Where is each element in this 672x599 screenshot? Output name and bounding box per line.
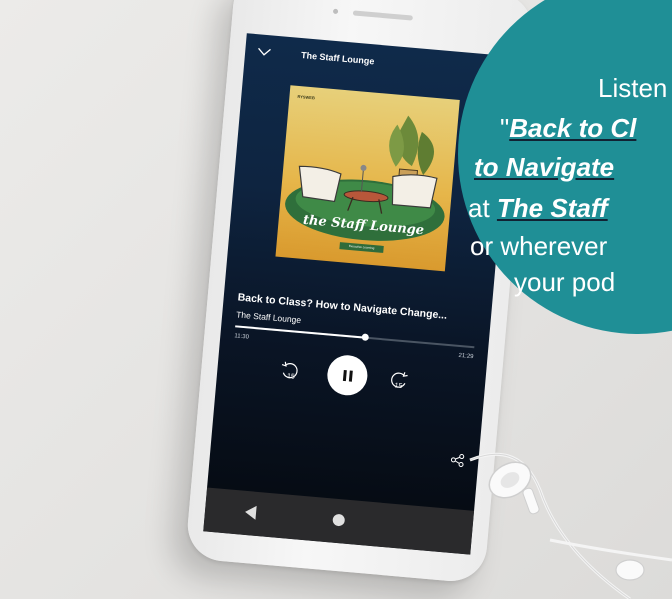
- rewind-15-button[interactable]: 15: [279, 359, 303, 383]
- header-show-name: The Staff Lounge: [300, 50, 375, 67]
- episode-show-name[interactable]: The Staff Lounge: [236, 309, 302, 325]
- rewind-icon: 15: [281, 361, 298, 381]
- pause-icon-bar: [348, 369, 353, 382]
- pause-button[interactable]: [325, 353, 370, 397]
- back-icon[interactable]: [244, 504, 257, 520]
- pause-icon: [342, 369, 347, 381]
- scene: The Staff Lounge RYSWEB the Staff Lounge…: [0, 0, 672, 599]
- earphones-image: [469, 452, 672, 599]
- time-total: 21:29: [458, 352, 474, 361]
- forward-icon: 15: [391, 372, 408, 390]
- progress-handle[interactable]: [361, 333, 369, 341]
- chevron-down-icon[interactable]: [257, 44, 272, 59]
- front-camera: [332, 8, 339, 15]
- podcast-artwork: RYSWEB the Staff Lounge Executive Learni…: [275, 85, 460, 272]
- svg-text:15: 15: [394, 382, 402, 390]
- progress-track[interactable]: [235, 325, 475, 349]
- time-elapsed: 11:30: [234, 333, 250, 341]
- progress-fill: [235, 325, 365, 339]
- home-icon[interactable]: [332, 513, 346, 527]
- svg-text:15: 15: [287, 373, 295, 381]
- lounge-illustration: [285, 115, 445, 241]
- earpiece-speaker: [352, 10, 413, 21]
- forward-15-button[interactable]: 15: [386, 369, 410, 393]
